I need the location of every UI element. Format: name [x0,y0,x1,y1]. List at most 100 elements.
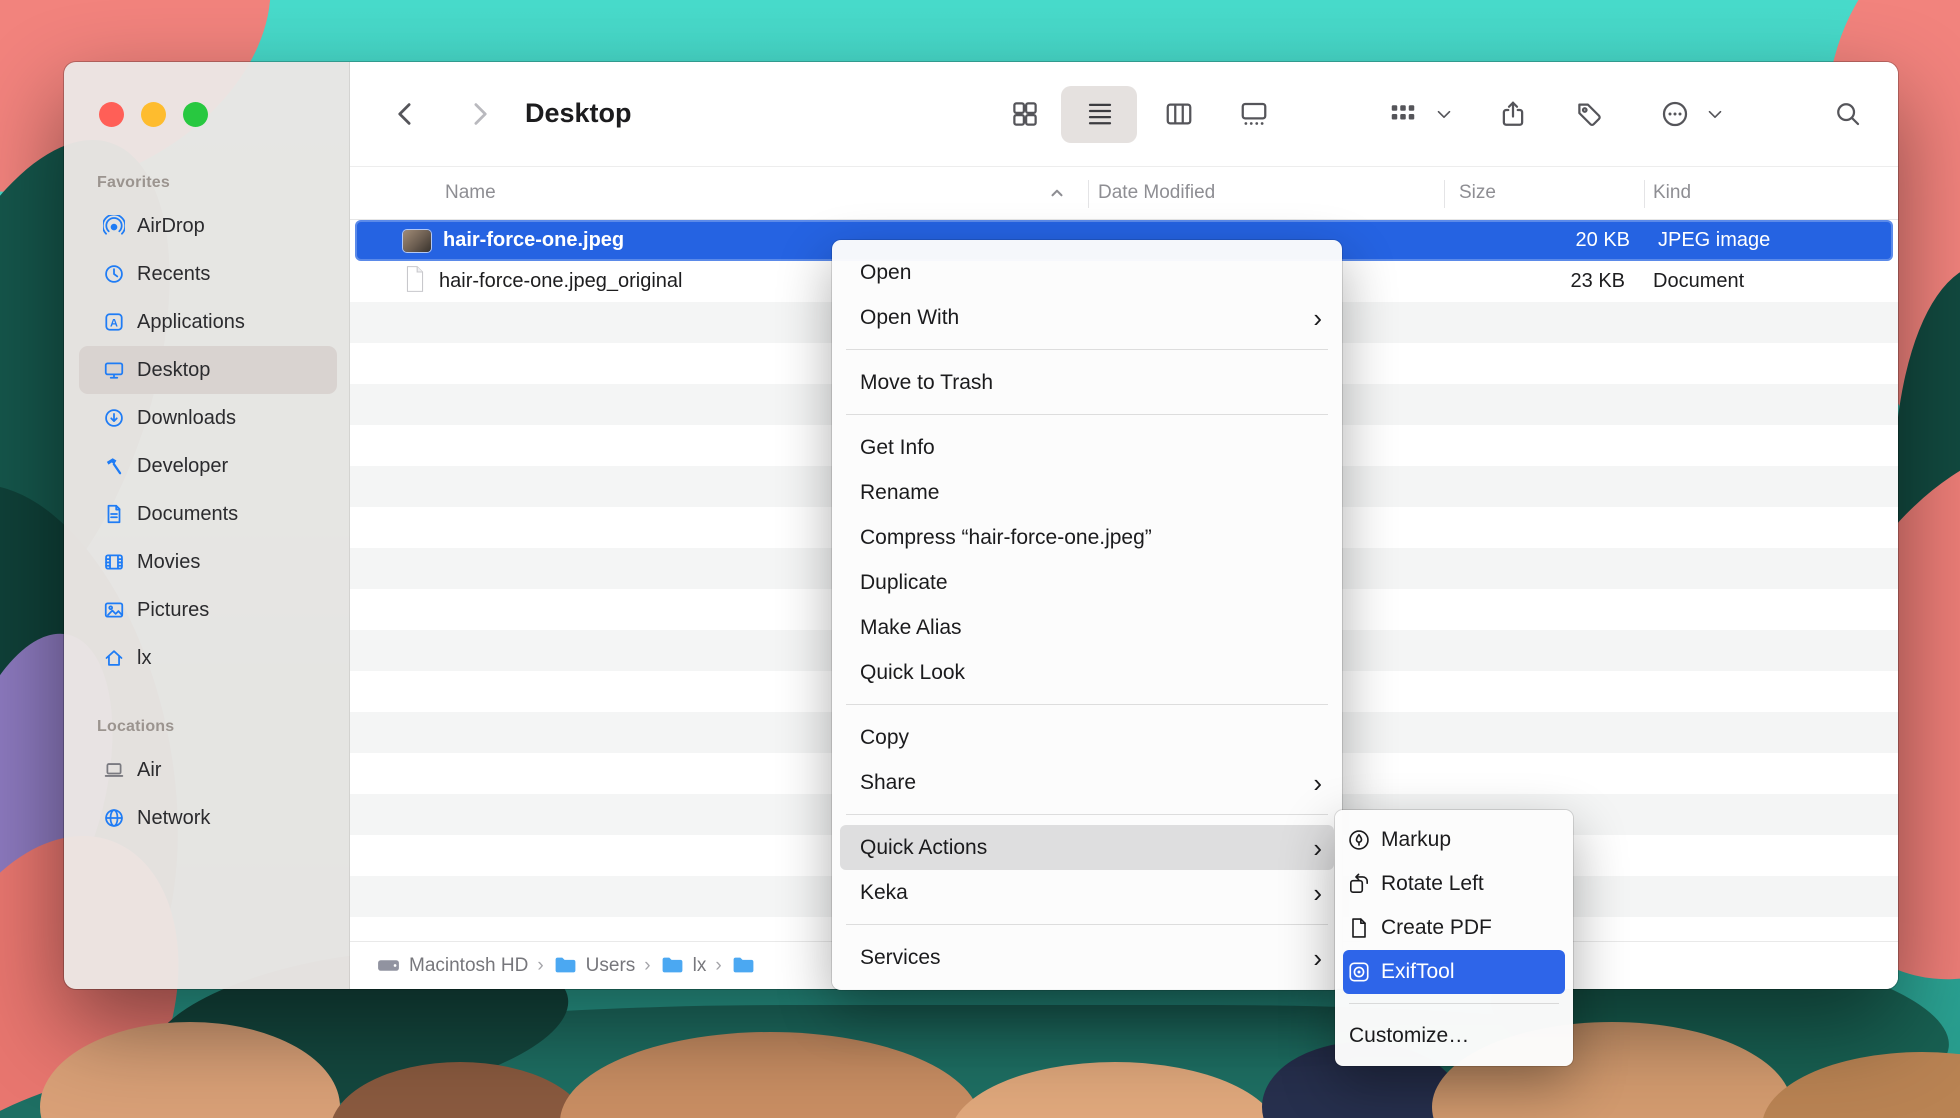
back-button[interactable] [384,92,428,136]
sidebar-item-air[interactable]: Air [79,746,337,794]
sidebar-item-applications[interactable]: A Applications [79,298,337,346]
submenu-item-rotate-left[interactable]: Rotate Left [1335,862,1573,906]
menu-item-quick-look[interactable]: Quick Look [832,650,1342,695]
exiftool-icon [1347,960,1371,984]
sidebar-item-label: Desktop [137,359,210,382]
sidebar-item-home-lx[interactable]: lx [79,634,337,682]
menu-item-rename[interactable]: Rename [832,470,1342,515]
menu-separator [846,349,1328,350]
window-controls [99,102,208,127]
more-options-button[interactable] [1653,92,1697,136]
sidebar-item-label: AirDrop [137,215,205,238]
path-item-partially-hidden[interactable] [731,953,756,978]
path-item-label: Macintosh HD [409,955,528,977]
path-item-label: lx [693,955,707,977]
menu-item-open[interactable]: Open [832,250,1342,295]
more-options-chevron[interactable] [1701,92,1729,136]
column-header-kind[interactable]: Kind [1653,182,1691,204]
file-name: hair-force-one.jpeg [443,229,624,252]
airdrop-icon [103,215,125,237]
menu-item-services[interactable]: Services › [832,935,1342,980]
grid-view-button[interactable] [1003,92,1047,136]
menu-item-quick-actions[interactable]: Quick Actions › [840,825,1334,870]
menu-item-compress[interactable]: Compress “hair-force-one.jpeg” [832,515,1342,560]
back-chevron-icon [391,99,421,129]
submenu-item-exiftool[interactable]: ExifTool [1343,950,1565,994]
sidebar-item-label: lx [137,647,151,670]
close-button[interactable] [99,102,124,127]
submenu-item-create-pdf[interactable]: Create PDF [1335,906,1573,950]
list-view-button[interactable] [1078,92,1122,136]
sidebar-item-movies[interactable]: Movies [79,538,337,586]
column-divider[interactable] [1644,180,1645,208]
submenu-item-customize[interactable]: Customize… [1335,1014,1573,1058]
column-view-button[interactable] [1157,92,1201,136]
column-header-name[interactable]: Name [445,182,496,204]
menu-item-move-to-trash[interactable]: Move to Trash [832,360,1342,405]
sidebar-item-label: Developer [137,455,228,478]
minimize-button[interactable] [141,102,166,127]
path-separator-icon: › [715,955,721,977]
group-by-chevron[interactable] [1430,92,1458,136]
menu-item-make-alias[interactable]: Make Alias [832,605,1342,650]
sidebar-item-label: Downloads [137,407,236,430]
column-divider[interactable] [1444,180,1445,208]
file-kind: JPEG image [1658,229,1770,252]
menu-separator [846,814,1328,815]
zoom-button[interactable] [183,102,208,127]
tag-button[interactable] [1568,92,1612,136]
group-by-button[interactable] [1381,92,1425,136]
menu-item-duplicate[interactable]: Duplicate [832,560,1342,605]
downloads-icon [103,407,125,429]
sidebar-item-label: Applications [137,311,245,334]
sidebar-item-pictures[interactable]: Pictures [79,586,337,634]
menu-item-keka[interactable]: Keka › [832,870,1342,915]
sidebar-item-desktop[interactable]: Desktop [79,346,337,394]
group-by-icon [1388,99,1418,129]
document-icon [103,503,125,525]
column-divider[interactable] [1088,180,1089,208]
clock-icon [103,263,125,285]
forward-button[interactable] [457,92,501,136]
gallery-view-icon [1239,99,1269,129]
search-button[interactable] [1826,92,1870,136]
menu-item-open-with[interactable]: Open With › [832,295,1342,340]
path-item-users[interactable]: Users [553,953,636,978]
globe-icon [103,807,125,829]
column-header-size[interactable]: Size [1459,182,1496,204]
sidebar-item-label: Air [137,759,161,782]
folder-icon [660,953,685,978]
path-item-lx[interactable]: lx [660,953,707,978]
quick-actions-submenu: Markup Rotate Left Create PDF ExifTool C… [1335,810,1573,1066]
path-item-macintosh-hd[interactable]: Macintosh HD [376,953,528,978]
hammer-icon [103,455,125,477]
list-view-icon [1085,99,1115,129]
sidebar-item-documents[interactable]: Documents [79,490,337,538]
menu-item-copy[interactable]: Copy [832,715,1342,760]
path-item-label: Users [586,955,636,977]
finder-sidebar: Favorites AirDrop Recents A [64,62,350,989]
gallery-view-button[interactable] [1232,92,1276,136]
sidebar-item-network[interactable]: Network [79,794,337,842]
column-header-date-modified[interactable]: Date Modified [1098,182,1215,204]
share-button[interactable] [1491,92,1535,136]
sidebar-item-developer[interactable]: Developer [79,442,337,490]
sidebar-item-airdrop[interactable]: AirDrop [79,202,337,250]
image-thumbnail-icon [403,230,431,252]
ellipsis-circle-icon [1660,99,1690,129]
sidebar-item-downloads[interactable]: Downloads [79,394,337,442]
forward-chevron-icon [464,99,494,129]
menu-item-get-info[interactable]: Get Info [832,425,1342,470]
applications-icon: A [103,311,125,333]
menu-item-share[interactable]: Share › [832,760,1342,805]
sidebar-item-recents[interactable]: Recents [79,250,337,298]
home-icon [103,647,125,669]
sidebar-item-label: Pictures [137,599,209,622]
submenu-item-markup[interactable]: Markup [1335,818,1573,862]
submenu-arrow-icon: › [1313,880,1322,906]
sidebar-item-label: Recents [137,263,210,286]
rotate-left-icon [1347,872,1371,896]
submenu-arrow-icon: › [1313,305,1322,331]
menu-separator [846,924,1328,925]
desktop-wallpaper: Favorites AirDrop Recents A [0,0,1960,1118]
